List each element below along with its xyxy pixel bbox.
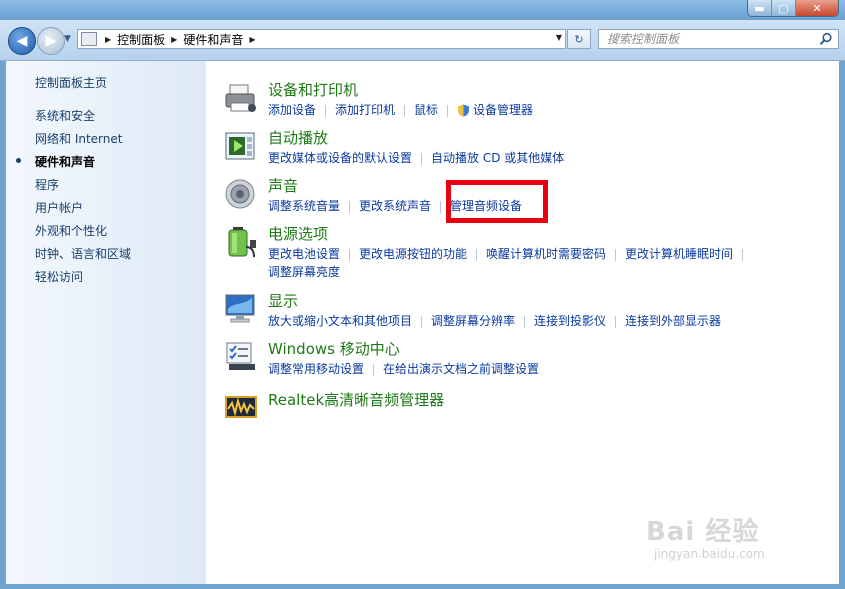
title-bar: ▬ ▢ ✕ [0, 0, 845, 20]
sidebar-item-ease-of-access[interactable]: 轻松访问 [35, 268, 83, 285]
breadcrumb-arrow-icon[interactable]: ▶ [249, 35, 255, 44]
recent-pages-dropdown[interactable]: ▼ [64, 34, 74, 44]
link-separator [421, 315, 423, 328]
link-change-system-sounds[interactable]: 更改系统声音 [359, 199, 431, 213]
link-separator [325, 104, 327, 117]
address-dropdown-icon[interactable]: ▼ [556, 33, 562, 42]
link-separator [349, 200, 351, 213]
category-links: 放大或缩小文本和其他项目 调整屏幕分辨率 连接到投影仪 连接到外部显示器 [268, 312, 721, 329]
forward-button[interactable]: ▶ [37, 27, 65, 55]
link-separator [349, 248, 351, 261]
sidebar-item-appearance[interactable]: 外观和个性化 [35, 222, 107, 239]
link-separator [421, 152, 423, 165]
category-title[interactable]: Realtek高清晰音频管理器 [268, 389, 444, 410]
breadcrumb-arrow-icon[interactable]: ▶ [171, 35, 177, 44]
sidebar-item-user-accounts[interactable]: 用户帐户 [35, 199, 83, 216]
current-item-bullet-icon [16, 158, 21, 163]
sidebar-item-system-security[interactable]: 系统和安全 [35, 107, 95, 124]
breadcrumb-hardware-sound[interactable]: 硬件和声音 [183, 31, 243, 48]
back-button[interactable]: ◀ [8, 27, 36, 55]
link-autoplay-cd[interactable]: 自动播放 CD 或其他媒体 [431, 151, 564, 165]
battery-icon [228, 227, 256, 258]
link-adjust-screen-brightness[interactable]: 调整屏幕亮度 [268, 265, 340, 279]
printer-icon [225, 84, 256, 112]
shield-icon [458, 104, 470, 117]
link-separator [440, 200, 442, 213]
link-adjust-system-volume[interactable]: 调整系统音量 [268, 199, 340, 213]
category-links: 更改电池设置 更改电源按钮的功能 唤醒计算机时需要密码 更改计算机睡眠时间 [268, 245, 752, 262]
breadcrumb-control-panel[interactable]: 控制面板 [117, 31, 165, 48]
link-separator [447, 104, 449, 117]
autoplay-icon [225, 132, 255, 160]
link-adjust-settings-before-presentation[interactable]: 在给出演示文档之前调整设置 [383, 362, 539, 376]
baidu-watermark-url: jingyan.baidu.com [654, 547, 765, 561]
search-box[interactable] [598, 29, 839, 49]
sidebar-item-network[interactable]: 网络和 Internet [35, 130, 122, 147]
monitor-icon [225, 294, 255, 323]
mobility-center-icon [226, 342, 255, 370]
link-make-text-larger-smaller[interactable]: 放大或缩小文本和其他项目 [268, 314, 412, 328]
category-title[interactable]: Windows 移动中心 [268, 338, 400, 359]
minimize-button[interactable]: ▬ [748, 0, 772, 16]
control-panel-icon [81, 32, 97, 46]
highlight-box [446, 180, 548, 223]
sidebar-item-clock-language[interactable]: 时钟、语言和区域 [35, 245, 131, 262]
link-separator [615, 315, 617, 328]
speaker-icon [225, 179, 255, 209]
link-separator [615, 248, 617, 261]
refresh-button[interactable]: ↻ [567, 29, 591, 49]
baidu-watermark: Bai 经验 [646, 517, 760, 547]
address-bar[interactable]: ▶ 控制面板 ▶ 硬件和声音 ▶ ▼ [77, 29, 566, 49]
link-add-printer[interactable]: 添加打印机 [335, 103, 395, 117]
link-separator [404, 104, 406, 117]
category-links: 添加设备 添加打印机 鼠标 设备管理器 [268, 101, 533, 118]
breadcrumb-arrow-icon[interactable]: ▶ [105, 35, 111, 44]
link-change-sleep-time[interactable]: 更改计算机睡眠时间 [625, 247, 733, 261]
link-adjust-common-mobility-settings[interactable]: 调整常用移动设置 [268, 362, 364, 376]
control-panel-window: ▬ ▢ ✕ ◀ ▶ ▼ ▶ 控制面板 ▶ 硬件和声音 ▶ ▼ ↻ 搜索控制面板 … [0, 0, 845, 589]
link-change-battery-settings[interactable]: 更改电池设置 [268, 247, 340, 261]
link-mouse[interactable]: 鼠标 [414, 103, 438, 117]
category-links-row2: 调整屏幕亮度 [268, 263, 340, 280]
link-add-device[interactable]: 添加设备 [268, 103, 316, 117]
category-title[interactable]: 显示 [268, 290, 298, 311]
category-title[interactable]: 设备和打印机 [268, 79, 358, 100]
navigation-bar: ◀ ▶ ▼ ▶ 控制面板 ▶ 硬件和声音 ▶ ▼ ↻ [0, 20, 845, 61]
category-title[interactable]: 自动播放 [268, 127, 328, 148]
realtek-audio-icon [225, 396, 257, 418]
link-separator [524, 315, 526, 328]
category-title[interactable]: 电源选项 [268, 223, 328, 244]
link-change-power-button[interactable]: 更改电源按钮的功能 [359, 247, 467, 261]
sidebar-item-programs[interactable]: 程序 [35, 176, 59, 193]
window-controls: ▬ ▢ ✕ [747, 0, 839, 17]
breadcrumb: ▶ 控制面板 ▶ 硬件和声音 ▶ [99, 31, 262, 48]
search-icon[interactable] [819, 32, 833, 46]
sidebar-item-home[interactable]: 控制面板主页 [35, 74, 107, 91]
link-separator [373, 363, 375, 376]
search-input[interactable] [605, 31, 819, 47]
category-title[interactable]: 声音 [268, 175, 298, 196]
link-require-password-on-wake[interactable]: 唤醒计算机时需要密码 [486, 247, 606, 261]
link-connect-projector[interactable]: 连接到投影仪 [534, 314, 606, 328]
category-links: 调整常用移动设置 在给出演示文档之前调整设置 [268, 360, 539, 377]
link-device-manager[interactable]: 设备管理器 [473, 103, 533, 117]
link-change-default-media-settings[interactable]: 更改媒体或设备的默认设置 [268, 151, 412, 165]
maximize-button[interactable]: ▢ [772, 0, 796, 16]
close-button[interactable]: ✕ [796, 0, 838, 16]
sidebar-item-hardware-sound[interactable]: 硬件和声音 [35, 153, 95, 170]
category-links: 更改媒体或设备的默认设置 自动播放 CD 或其他媒体 [268, 149, 564, 166]
link-separator [476, 248, 478, 261]
link-connect-external-display[interactable]: 连接到外部显示器 [625, 314, 721, 328]
link-separator [742, 248, 744, 261]
link-adjust-screen-resolution[interactable]: 调整屏幕分辨率 [431, 314, 515, 328]
sidebar: 控制面板主页 系统和安全 网络和 Internet 硬件和声音 程序 用户帐户 … [6, 61, 206, 584]
main-content: 设备和打印机 添加设备 添加打印机 鼠标 设备管理器 自动播放 更改媒体或设备的默认设… [206, 61, 839, 584]
